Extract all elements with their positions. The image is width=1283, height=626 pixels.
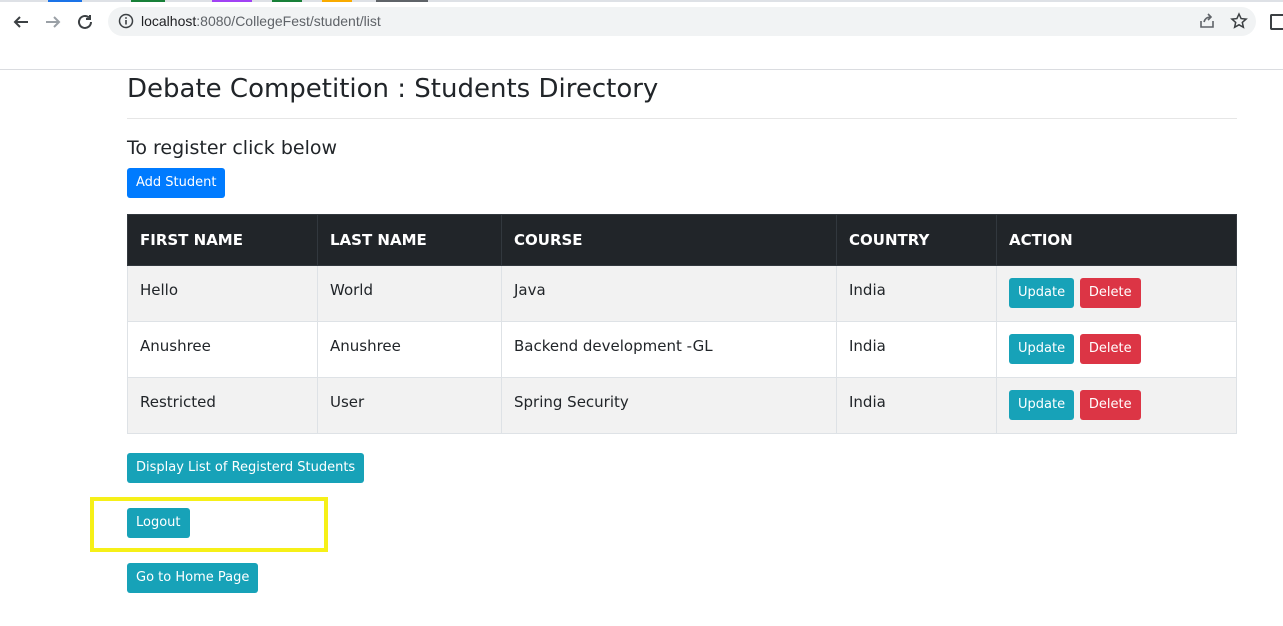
home-page-button[interactable]: Go to Home Page <box>127 563 259 593</box>
cell-last-name: User <box>317 376 502 434</box>
cell-action: Update Delete <box>996 320 1237 378</box>
display-students-button[interactable]: Display List of Registerd Students <box>127 453 365 483</box>
cell-first-name: Restricted <box>127 376 318 434</box>
course-text: Backend development -GL <box>514 337 713 356</box>
header-course: COURSE <box>501 213 837 266</box>
course-text: Spring Security <box>514 393 629 412</box>
cell-action: Update Delete <box>996 376 1237 434</box>
browser-toolbar: localhost:8080/CollegeFest/student/list <box>0 2 1283 70</box>
cell-country: India <box>836 376 997 434</box>
url-path: :8080/CollegeFest/student/list <box>196 13 381 29</box>
url-text: localhost:8080/CollegeFest/student/list <box>141 13 381 29</box>
title-divider <box>127 118 1237 120</box>
cell-first-name: Hello <box>127 264 318 322</box>
country-text: India <box>849 337 886 356</box>
forward-arrow-icon[interactable] <box>41 10 65 34</box>
country-text: India <box>849 393 886 412</box>
cell-action: Update Delete <box>996 264 1237 322</box>
highlight-box <box>90 497 328 552</box>
country-text: India <box>849 281 886 300</box>
header-action: ACTION <box>996 213 1237 266</box>
main-container: Debate Competition : Students Directory … <box>127 70 1237 434</box>
register-prompt: To register click below <box>127 137 338 160</box>
first-name-text: Hello <box>140 281 179 300</box>
site-info-icon[interactable] <box>118 13 134 29</box>
header-first-name: FIRST NAME <box>127 213 318 266</box>
delete-button[interactable]: Delete <box>1079 334 1141 365</box>
first-name-text: Restricted <box>140 393 216 412</box>
cell-last-name: World <box>317 264 502 322</box>
update-button[interactable]: Update <box>1009 334 1075 365</box>
cell-course: Spring Security <box>501 376 837 434</box>
table-header-row: FIRST NAME LAST NAME COURSE COUNTRY ACTI… <box>127 213 1237 266</box>
table-row: Hello World Java India Update Delete <box>127 264 1237 322</box>
cell-course: Java <box>501 264 837 322</box>
cell-first-name: Anushree <box>127 320 318 378</box>
extension-icon[interactable] <box>1270 14 1283 30</box>
update-button[interactable]: Update <box>1009 278 1075 309</box>
page-title: Debate Competition : Students Directory <box>127 74 659 104</box>
logout-button[interactable]: Logout <box>127 508 190 538</box>
cell-country: India <box>836 320 997 378</box>
delete-button[interactable]: Delete <box>1079 278 1141 309</box>
bookmark-star-icon[interactable] <box>1230 12 1248 30</box>
update-button[interactable]: Update <box>1009 390 1075 421</box>
reload-icon[interactable] <box>73 10 97 34</box>
delete-button[interactable]: Delete <box>1079 390 1141 421</box>
students-table: FIRST NAME LAST NAME COURSE COUNTRY ACTI… <box>127 213 1237 434</box>
add-student-button[interactable]: Add Student <box>127 167 226 198</box>
first-name-text: Anushree <box>140 337 211 356</box>
cell-country: India <box>836 264 997 322</box>
table-row: Anushree Anushree Backend development -G… <box>127 320 1237 378</box>
table-row: Restricted User Spring Security India Up… <box>127 376 1237 434</box>
cell-last-name: Anushree <box>317 320 502 378</box>
last-name-text: User <box>330 393 365 412</box>
back-arrow-icon[interactable] <box>9 10 33 34</box>
header-country: COUNTRY <box>836 213 997 266</box>
course-text: Java <box>514 281 546 300</box>
address-bar[interactable]: localhost:8080/CollegeFest/student/list <box>108 7 1256 36</box>
share-icon[interactable] <box>1198 12 1216 30</box>
cell-course: Backend development -GL <box>501 320 837 378</box>
last-name-text: World <box>330 281 373 300</box>
url-host: localhost <box>141 13 197 29</box>
last-name-text: Anushree <box>330 337 401 356</box>
header-last-name: LAST NAME <box>317 213 502 266</box>
